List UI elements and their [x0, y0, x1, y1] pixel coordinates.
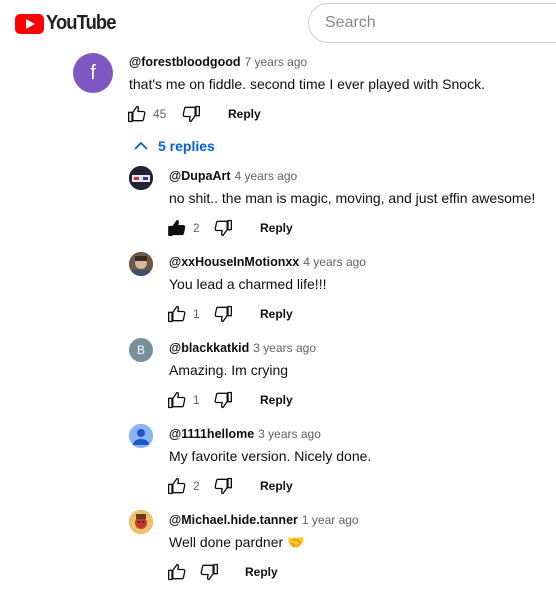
like-count: 1: [193, 307, 200, 321]
thumb-up-icon[interactable]: [167, 304, 187, 324]
reply-time[interactable]: 1 year ago: [302, 513, 359, 527]
reply-text: You lead a charmed life!!!: [169, 276, 327, 292]
reply-button[interactable]: Reply: [260, 307, 293, 321]
reply-button[interactable]: Reply: [260, 221, 293, 235]
replies-count-label: 5 replies: [158, 138, 215, 154]
reply-text: no shit.. the man is magic, moving, and …: [169, 190, 536, 206]
reply-header: @1111hellome 3 years ago: [169, 426, 321, 441]
logo-text: YouTube: [46, 12, 116, 34]
reply-header: @xxHouseInMotionxx 4 years ago: [169, 254, 366, 269]
reply-time[interactable]: 3 years ago: [258, 427, 321, 441]
comment-time[interactable]: 7 years ago: [244, 55, 307, 69]
thumb-down-icon[interactable]: [199, 562, 219, 582]
avatar-image: [129, 252, 153, 276]
default-user-icon: [129, 424, 153, 448]
reply-author[interactable]: @xxHouseInMotionxx: [169, 255, 299, 269]
thumb-down-icon[interactable]: [213, 476, 233, 496]
avatar-image: [129, 166, 153, 190]
avatar[interactable]: f: [73, 53, 113, 93]
avatar[interactable]: B: [129, 338, 153, 362]
reply-header: @blackkatkid 3 years ago: [169, 340, 316, 355]
reply-author[interactable]: @DupaArt: [169, 169, 231, 183]
reply-header: @Michael.hide.tanner 1 year ago: [169, 512, 359, 527]
avatar-letter: f: [90, 61, 96, 84]
reply-button[interactable]: Reply: [245, 565, 278, 579]
reply-author[interactable]: @Michael.hide.tanner: [169, 513, 298, 527]
reply-button[interactable]: Reply: [260, 393, 293, 407]
reply-header: @DupaArt 4 years ago: [169, 168, 297, 183]
thumb-down-icon[interactable]: [213, 304, 233, 324]
youtube-logo[interactable]: YouTube: [15, 12, 122, 35]
reply-time[interactable]: 4 years ago: [235, 169, 298, 183]
reply-actions: 2 Reply: [167, 474, 293, 498]
masthead: YouTube Search: [0, 0, 556, 46]
avatar[interactable]: [129, 252, 153, 276]
reply-author[interactable]: @1111hellome: [169, 427, 254, 441]
like-count: 2: [193, 479, 200, 493]
reply-actions: Reply: [167, 560, 278, 584]
thumb-up-filled-icon[interactable]: [167, 218, 187, 238]
like-count: 1: [193, 393, 200, 407]
reply-text: My favorite version. Nicely done.: [169, 448, 372, 464]
reply-time[interactable]: 3 years ago: [253, 341, 316, 355]
avatar[interactable]: [129, 424, 153, 448]
avatar[interactable]: [129, 510, 153, 534]
comment-author[interactable]: @forestbloodgood: [129, 55, 240, 69]
thumb-up-icon[interactable]: [167, 390, 187, 410]
thumb-up-icon[interactable]: [167, 562, 187, 582]
replies-toggle-button[interactable]: 5 replies: [134, 138, 215, 154]
chevron-up-icon: [134, 141, 148, 150]
reply-author[interactable]: @blackkatkid: [169, 341, 249, 355]
thumb-down-icon[interactable]: [181, 104, 201, 124]
reply-text: Amazing. Im crying: [169, 362, 289, 378]
avatar-letter: B: [136, 343, 145, 357]
thumb-up-icon[interactable]: [167, 476, 187, 496]
thumb-up-icon[interactable]: [127, 104, 147, 124]
comment-actions: 45 Reply: [127, 102, 261, 126]
reply-text: Well done pardner 🤝: [169, 534, 305, 550]
reply-actions: 2 Reply: [167, 216, 293, 240]
reply-time[interactable]: 4 years ago: [303, 255, 366, 269]
like-count: 2: [193, 221, 200, 235]
reply-actions: 1 Reply: [167, 302, 293, 326]
thumb-down-icon[interactable]: [213, 390, 233, 410]
comment-text: that's me on fiddle. second time I ever …: [129, 76, 485, 92]
reply-actions: 1 Reply: [167, 388, 293, 412]
like-count: 45: [153, 107, 167, 121]
search-input[interactable]: Search: [308, 3, 556, 43]
thumb-down-icon[interactable]: [213, 218, 233, 238]
comment-header: @forestbloodgood 7 years ago: [129, 54, 307, 69]
youtube-play-icon: [15, 13, 44, 34]
reply-button[interactable]: Reply: [260, 479, 293, 493]
avatar[interactable]: [129, 166, 153, 190]
reply-button[interactable]: Reply: [228, 107, 261, 121]
avatar-image: [129, 510, 153, 534]
